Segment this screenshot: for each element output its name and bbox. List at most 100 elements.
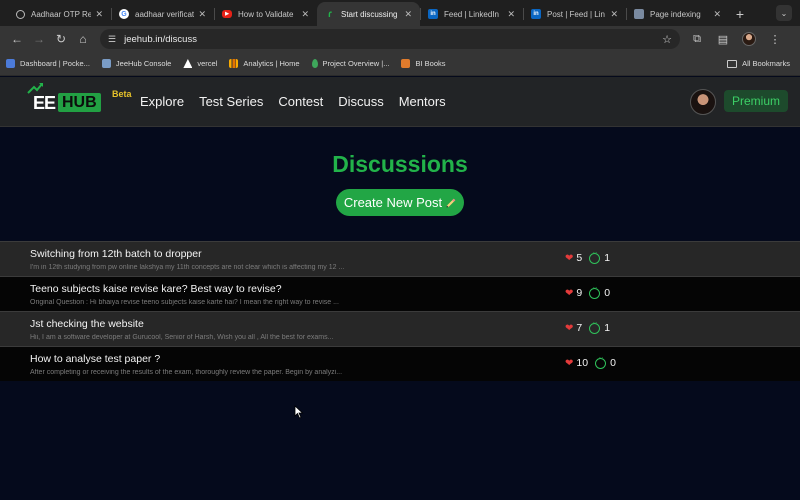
- like-count: 9: [576, 287, 583, 299]
- new-tab-button[interactable]: +: [729, 2, 751, 26]
- site-header: EE HUB Beta Explore Test Series Contest …: [0, 77, 800, 127]
- create-new-post-button[interactable]: Create New Post: [336, 189, 464, 216]
- tab-title: aadhaar verificati: [135, 9, 195, 19]
- jeehub-logo[interactable]: EE HUB Beta: [22, 83, 134, 119]
- user-avatar[interactable]: [690, 89, 716, 115]
- tab-search-button[interactable]: ⌄: [776, 5, 792, 21]
- logo-beta-badge: Beta: [112, 89, 132, 99]
- bookmark-star-icon[interactable]: ☆: [662, 33, 672, 46]
- post-stats: ❤ 9 0: [565, 285, 611, 300]
- extensions-icon[interactable]: ⧉: [688, 30, 706, 48]
- url-text: jeehub.in/discuss: [124, 33, 197, 45]
- side-panel-icon[interactable]: ▤: [714, 30, 732, 48]
- close-icon[interactable]: ✕: [507, 9, 515, 20]
- comment-icon[interactable]: [589, 285, 601, 299]
- tab-title: Page indexing: [650, 9, 701, 19]
- close-icon[interactable]: ✕: [198, 9, 206, 20]
- post-row[interactable]: Jst checking the website Hii, I am a sof…: [0, 311, 800, 346]
- browser-tab[interactable]: G aadhaar verificati ✕: [111, 2, 214, 26]
- tab-title: Post | Feed | Lin: [547, 9, 605, 19]
- linkedin-icon: in: [428, 9, 438, 19]
- post-list: Switching from 12th batch to dropper I'm…: [0, 241, 800, 381]
- all-bookmarks-label: All Bookmarks: [742, 59, 790, 68]
- post-snippet: Hii, I am a software developer at Guruco…: [30, 334, 334, 341]
- bookmark-label: BI Books: [415, 59, 446, 68]
- bookmark-label: Analytics | Home: [243, 59, 300, 68]
- nav-test-series[interactable]: Test Series: [199, 94, 263, 109]
- address-bar[interactable]: ☰ jeehub.in/discuss ☆: [100, 29, 680, 49]
- nav-contest[interactable]: Contest: [278, 94, 323, 109]
- bookmarks-bar: Dashboard | Pocke... JeeHub Console verc…: [0, 52, 800, 76]
- bookmark-label: Project Overview |...: [322, 59, 390, 68]
- browser-tab[interactable]: ▶ How to Validate ✕: [214, 2, 317, 26]
- tab-title: Aadhaar OTP Re: [31, 9, 92, 19]
- comment-count: 0: [604, 287, 611, 299]
- post-title[interactable]: Teeno subjects kaise revise kare? Best w…: [30, 283, 282, 295]
- vercel-icon: [183, 59, 193, 68]
- pencil-icon: [446, 198, 456, 207]
- post-row[interactable]: How to analyse test paper ? After comple…: [0, 346, 800, 381]
- bookmark-item[interactable]: JeeHub Console: [101, 59, 171, 68]
- globe-icon: [16, 9, 25, 19]
- post-snippet: After completing or receiving the result…: [30, 369, 343, 376]
- analytics-icon: [229, 59, 239, 68]
- post-stats: ❤ 10 0: [565, 355, 616, 370]
- bookmark-item[interactable]: BI Books: [401, 59, 446, 68]
- heart-icon[interactable]: ❤: [565, 323, 573, 334]
- menu-icon[interactable]: ⋮: [766, 30, 784, 48]
- folder-icon: [727, 59, 738, 68]
- browser-tab[interactable]: in Feed | LinkedIn ✕: [420, 2, 523, 26]
- heart-icon[interactable]: ❤: [565, 253, 573, 264]
- youtube-icon: ▶: [222, 10, 232, 18]
- browser-tab[interactable]: in Post | Feed | Lin ✕: [523, 2, 626, 26]
- close-icon[interactable]: ✕: [301, 9, 309, 20]
- post-row[interactable]: Switching from 12th batch to dropper I'm…: [0, 241, 800, 276]
- post-title[interactable]: Jst checking the website: [30, 318, 144, 330]
- home-icon[interactable]: ⌂: [72, 29, 94, 49]
- reload-icon[interactable]: ↻: [50, 29, 72, 49]
- close-icon[interactable]: ✕: [95, 9, 103, 20]
- bookmark-label: vercel: [197, 59, 218, 68]
- nav-mentors[interactable]: Mentors: [399, 94, 446, 109]
- nav-discuss[interactable]: Discuss: [338, 94, 384, 109]
- comment-count: 0: [610, 357, 616, 369]
- mouse-cursor-icon: [294, 405, 304, 419]
- post-row[interactable]: Teeno subjects kaise revise kare? Best w…: [0, 276, 800, 311]
- comment-count: 1: [604, 252, 611, 264]
- bookmark-item[interactable]: Dashboard | Pocke...: [6, 59, 90, 68]
- close-icon[interactable]: ✕: [404, 9, 412, 20]
- post-snippet: I'm in 12th studying from pw online laks…: [30, 264, 345, 271]
- browser-tab-active[interactable]: ɾ Start discussing ✕: [317, 2, 420, 26]
- profile-avatar[interactable]: [740, 30, 758, 48]
- page-title: Discussions: [332, 151, 468, 177]
- nav-explore[interactable]: Explore: [140, 94, 184, 109]
- back-icon[interactable]: ←: [6, 29, 28, 49]
- linkedin-icon: in: [531, 9, 541, 19]
- comment-icon[interactable]: [589, 320, 601, 334]
- comment-icon[interactable]: [595, 355, 607, 369]
- bookmark-item[interactable]: Project Overview |...: [311, 59, 390, 68]
- logo-ee: EE: [33, 93, 56, 113]
- post-title[interactable]: How to analyse test paper ?: [30, 353, 160, 365]
- site-settings-icon[interactable]: ☰: [108, 34, 116, 45]
- browser-tab[interactable]: Page indexing ✕: [626, 2, 729, 26]
- close-icon[interactable]: ✕: [610, 9, 618, 20]
- comment-icon[interactable]: [589, 250, 601, 264]
- forward-icon[interactable]: →: [28, 29, 50, 49]
- like-count: 10: [576, 357, 589, 369]
- browser-tab[interactable]: Aadhaar OTP Re ✕: [8, 2, 111, 26]
- heart-icon[interactable]: ❤: [565, 288, 573, 299]
- bookmark-item[interactable]: vercel: [183, 59, 217, 68]
- premium-button[interactable]: Premium: [724, 90, 788, 112]
- post-stats: ❤ 7 1: [565, 320, 611, 335]
- post-snippet: Original Question : Hi bhaiya revise tee…: [30, 299, 339, 306]
- bookmark-item[interactable]: Analytics | Home: [229, 59, 300, 68]
- post-title[interactable]: Switching from 12th batch to dropper: [30, 248, 202, 260]
- heart-icon[interactable]: ❤: [565, 358, 573, 369]
- comment-count: 1: [604, 322, 611, 334]
- books-icon: [401, 59, 411, 68]
- like-count: 7: [576, 322, 583, 334]
- post-stats: ❤ 5 1: [565, 250, 611, 265]
- all-bookmarks-button[interactable]: All Bookmarks: [727, 59, 790, 68]
- close-icon[interactable]: ✕: [713, 9, 721, 20]
